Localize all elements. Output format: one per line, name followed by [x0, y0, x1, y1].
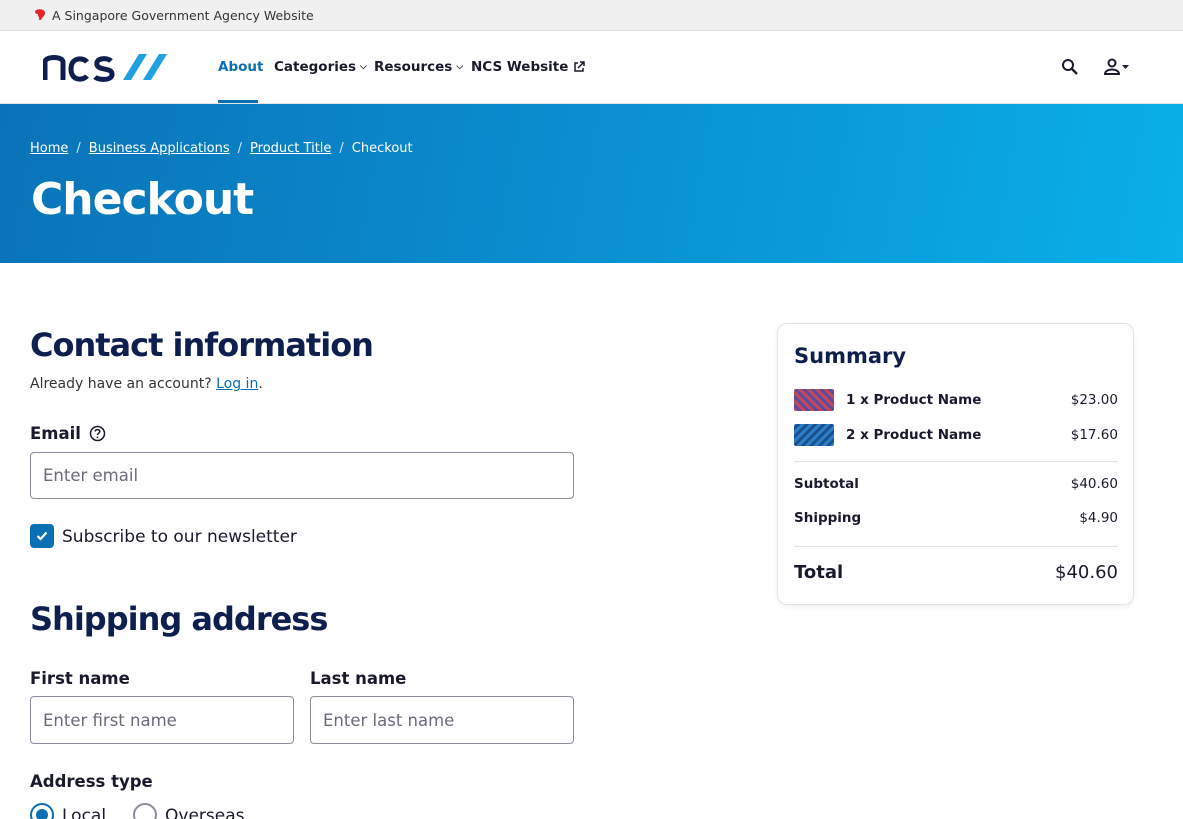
- search-icon[interactable]: [1060, 57, 1080, 77]
- nav-ncs-website-label: NCS Website: [471, 59, 569, 75]
- summary-item: 1 x Product Name $23.00: [794, 389, 1118, 411]
- breadcrumb-separator: /: [76, 141, 81, 156]
- check-icon: [36, 531, 48, 541]
- summary-item-name: 1 x Product Name: [846, 392, 982, 408]
- nav-ncs-website[interactable]: NCS Website: [471, 59, 586, 75]
- nav-categories-label: Categories: [274, 59, 357, 75]
- chevron-down-icon: ⌵: [360, 62, 367, 72]
- login-link[interactable]: Log in: [216, 376, 258, 392]
- address-type-overseas-label[interactable]: Overseas: [165, 806, 244, 819]
- breadcrumb-separator: /: [339, 141, 344, 156]
- address-type-local-radio[interactable]: [30, 803, 54, 819]
- breadcrumb-business-applications[interactable]: Business Applications: [89, 141, 230, 156]
- breadcrumb-current: Checkout: [351, 141, 413, 156]
- account-prompt: Already have an account? Log in.: [30, 376, 263, 392]
- first-name-input[interactable]: [30, 696, 294, 744]
- user-icon[interactable]: [1103, 57, 1131, 77]
- shipping-value: $4.90: [1079, 510, 1118, 526]
- contact-section-title: Contact information: [30, 326, 374, 364]
- shipping-row: Shipping $4.90: [794, 510, 1118, 526]
- summary-title: Summary: [794, 344, 907, 368]
- subtotal-value: $40.60: [1070, 476, 1118, 492]
- product-thumbnail: [794, 389, 834, 411]
- last-name-input[interactable]: [310, 696, 574, 744]
- first-name-label: First name: [30, 669, 130, 688]
- breadcrumb-product-title[interactable]: Product Title: [250, 141, 331, 156]
- nav-active-indicator: [218, 100, 258, 103]
- subtotal-label: Subtotal: [794, 476, 859, 492]
- nav-about[interactable]: About: [218, 59, 263, 75]
- subtotal-row: Subtotal $40.60: [794, 476, 1118, 492]
- address-type-local-label[interactable]: Local: [62, 806, 106, 819]
- breadcrumb-home[interactable]: Home: [30, 141, 68, 156]
- summary-item-price: $17.60: [1070, 427, 1118, 443]
- order-summary-card: Summary 1 x Product Name $23.00 2 x Prod…: [777, 323, 1134, 605]
- masthead-text: A Singapore Government Agency Website: [52, 7, 314, 23]
- top-navbar: About Categories ⌵ Resources ⌵ NCS Websi…: [0, 31, 1183, 104]
- summary-divider: [794, 461, 1118, 462]
- page-title: Checkout: [31, 174, 254, 225]
- external-link-icon: [574, 61, 586, 72]
- summary-item-name: 2 x Product Name: [846, 427, 982, 443]
- shipping-label: Shipping: [794, 510, 862, 526]
- account-prompt-suffix: .: [258, 376, 263, 392]
- nav-resources[interactable]: Resources ⌵: [374, 59, 463, 75]
- address-type-label: Address type: [30, 772, 153, 791]
- shipping-section-title: Shipping address: [30, 600, 328, 638]
- lion-head-icon: [35, 9, 45, 20]
- account-prompt-text: Already have an account?: [30, 376, 212, 392]
- total-value: $40.60: [1055, 562, 1118, 583]
- ncs-logo[interactable]: [43, 52, 173, 82]
- summary-item: 2 x Product Name $17.60: [794, 424, 1118, 446]
- breadcrumb-separator: /: [237, 141, 243, 156]
- email-input[interactable]: [30, 452, 574, 499]
- breadcrumb: Home / Business Applications / Product T…: [30, 141, 413, 156]
- total-label: Total: [794, 562, 844, 583]
- nav-resources-label: Resources: [374, 59, 453, 75]
- help-icon[interactable]: [89, 425, 106, 442]
- gov-masthead: A Singapore Government Agency Website: [0, 0, 1183, 31]
- newsletter-label: Subscribe to our newsletter: [62, 527, 297, 547]
- newsletter-checkbox[interactable]: [30, 524, 54, 548]
- total-row: Total $40.60: [794, 562, 1118, 583]
- address-type-overseas-radio[interactable]: [133, 803, 157, 819]
- last-name-label: Last name: [310, 669, 407, 688]
- product-thumbnail: [794, 424, 834, 446]
- chevron-down-icon: ⌵: [456, 62, 464, 72]
- summary-item-price: $23.00: [1070, 392, 1118, 408]
- email-label-wrap: Email: [30, 424, 106, 443]
- email-label: Email: [30, 424, 81, 443]
- nav-about-label: About: [218, 59, 264, 75]
- page-hero: Home / Business Applications / Product T…: [0, 104, 1183, 263]
- nav-categories[interactable]: Categories ⌵: [274, 59, 367, 75]
- summary-divider: [794, 546, 1118, 547]
